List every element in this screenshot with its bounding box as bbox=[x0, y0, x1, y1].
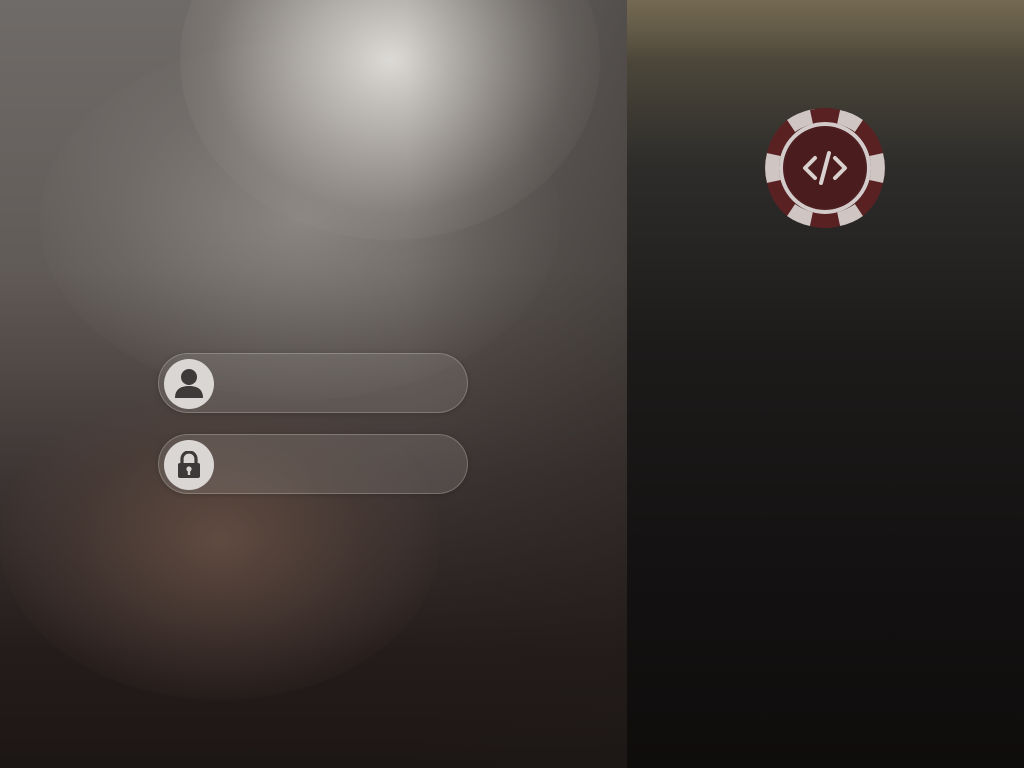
side-panel-haze bbox=[627, 0, 1024, 110]
background-warm-glow bbox=[0, 380, 440, 700]
user-icon bbox=[164, 359, 214, 409]
code-gear-logo-icon bbox=[763, 106, 887, 230]
password-input[interactable] bbox=[223, 435, 453, 493]
username-input[interactable] bbox=[223, 354, 453, 412]
lock-icon bbox=[164, 440, 214, 490]
login-screen bbox=[0, 0, 1024, 768]
username-field[interactable] bbox=[158, 353, 468, 413]
password-field[interactable] bbox=[158, 434, 468, 494]
